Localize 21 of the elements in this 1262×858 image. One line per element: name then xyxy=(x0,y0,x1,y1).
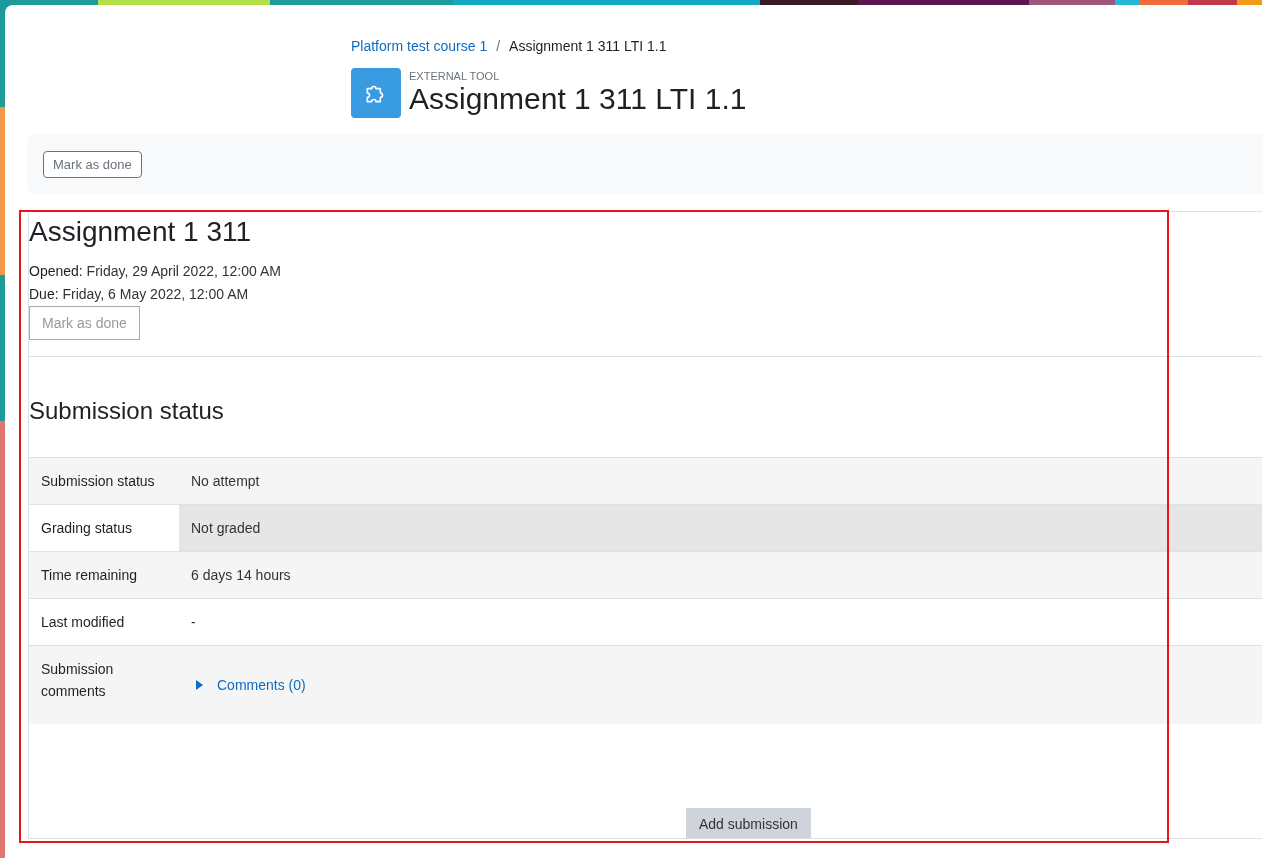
breadcrumb-separator: / xyxy=(496,38,501,54)
assignment-title: Assignment 1 311 xyxy=(29,215,253,249)
puzzle-icon xyxy=(351,68,401,118)
date-line: Opened: Friday, 29 April 2022, 12:00 AM xyxy=(29,262,282,281)
breadcrumb-link[interactable]: Platform test course 1 xyxy=(351,38,488,54)
mark-as-done-button[interactable]: Mark as done xyxy=(43,150,142,178)
page-title: Assignment 1 311 LTI 1.1 xyxy=(409,82,747,116)
breadcrumb-current: Assignment 1 311 LTI 1.1 xyxy=(509,38,667,54)
comments-link[interactable]: Comments (0) xyxy=(217,674,306,696)
expand-icon[interactable] xyxy=(196,680,203,690)
section-title: Submission status xyxy=(29,397,225,425)
mark-as-done-button[interactable]: Mark as done xyxy=(29,306,140,340)
table-cell-text: Time remaining xyxy=(40,566,138,585)
date-line: Due: Friday, 6 May 2022, 12:00 AM xyxy=(29,285,250,304)
table-cell-text: Submission comments xyxy=(40,660,115,701)
table-cell-text: Grading status xyxy=(40,519,134,538)
add-submission-button[interactable]: Add submission xyxy=(686,808,811,838)
table-cell-text: Last modified xyxy=(40,613,126,632)
activity-type-label: EXTERNAL TOOL xyxy=(409,70,501,82)
table-cell-text: Submission status xyxy=(40,472,156,491)
table-cell: Not graded xyxy=(179,505,1262,551)
